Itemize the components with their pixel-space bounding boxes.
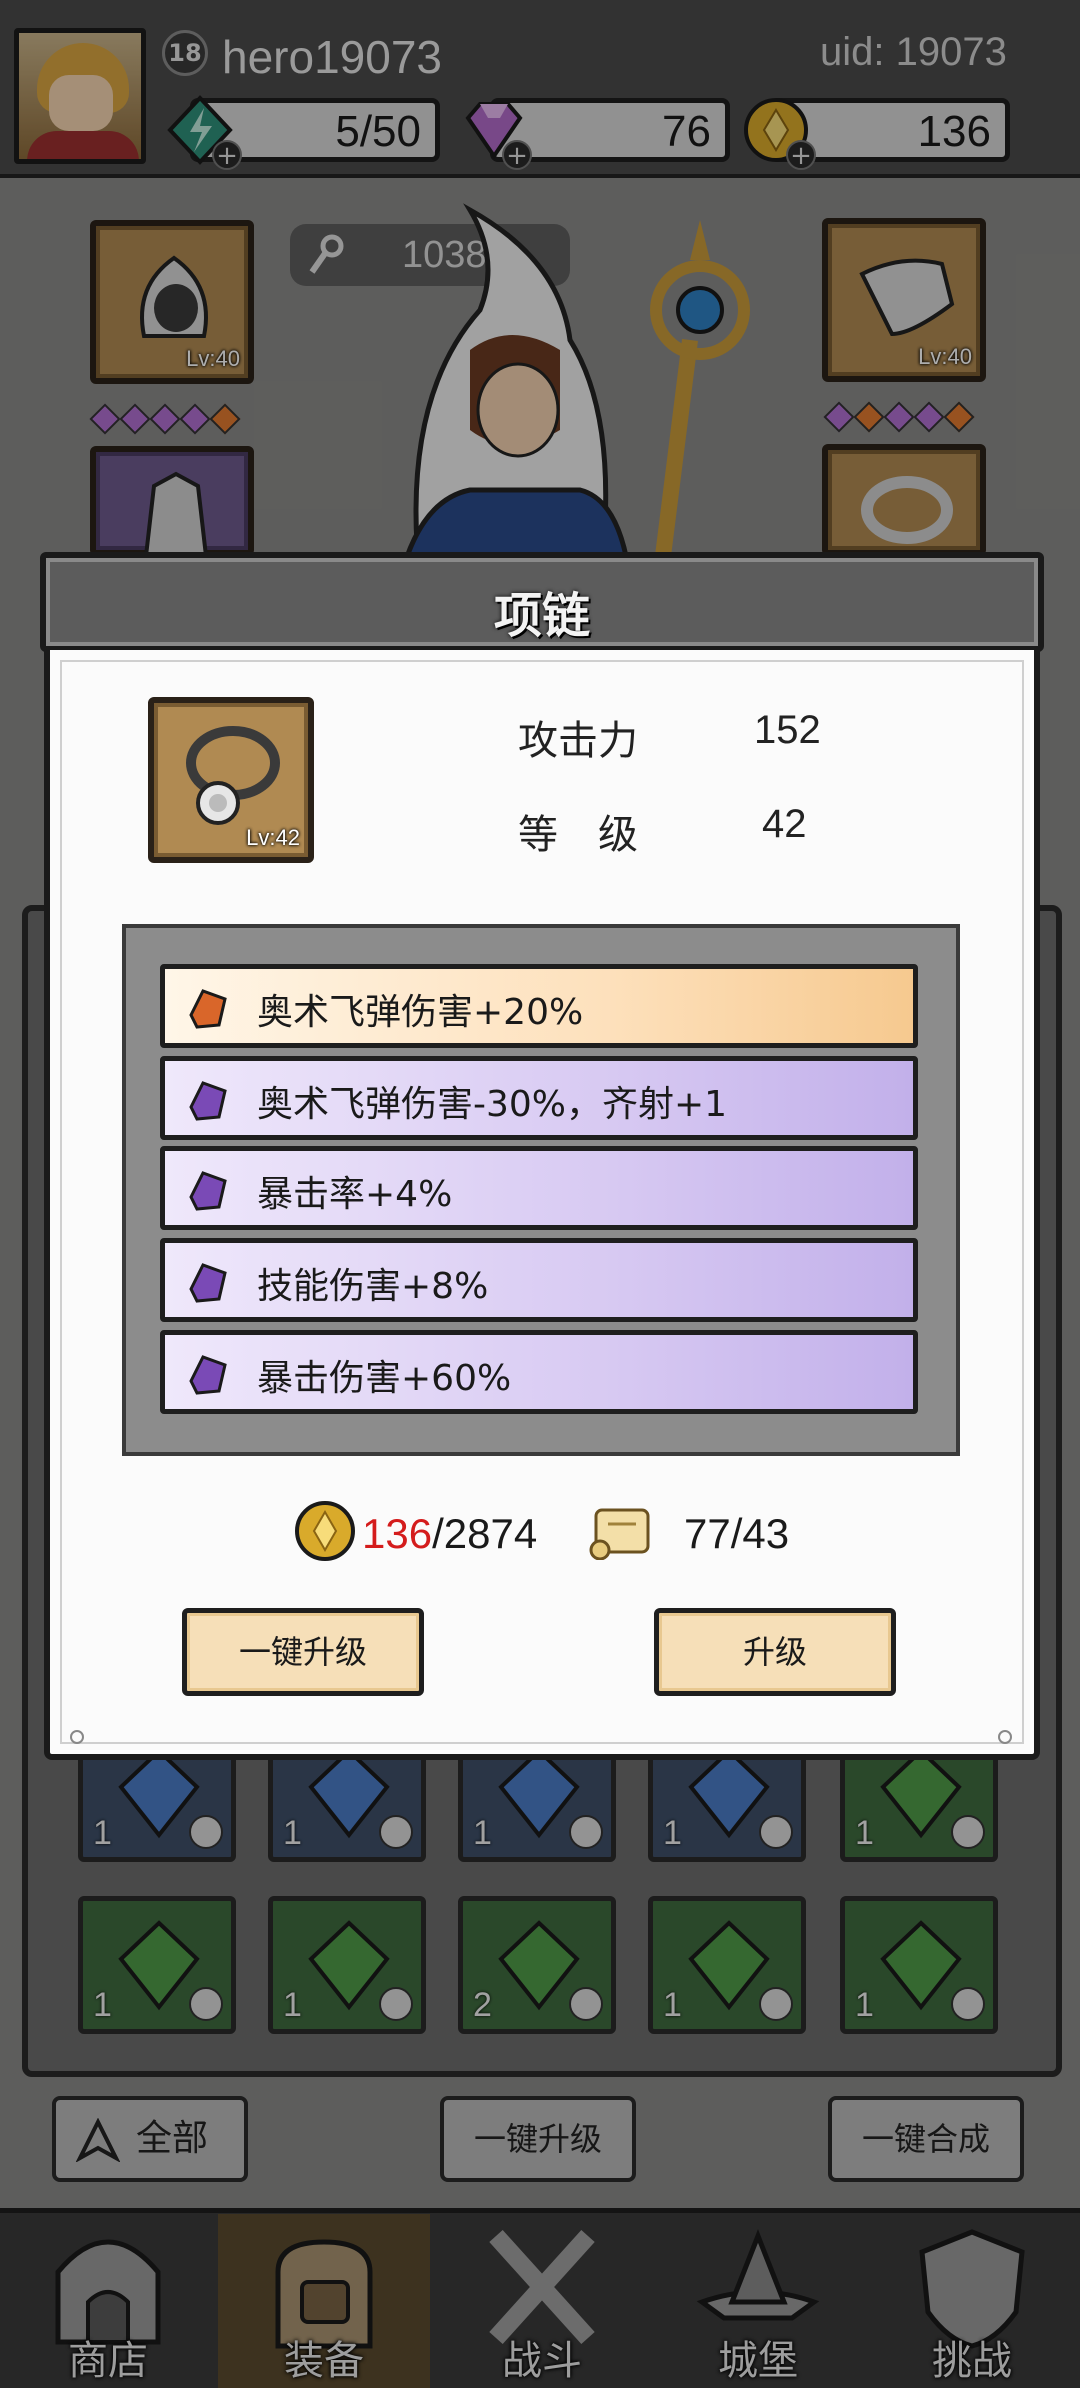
purple-gem-icon (189, 1263, 227, 1303)
scroll-cost: 77/43 (684, 1510, 790, 1557)
dialog-header: 项链 (40, 552, 1044, 652)
attack-label: 攻击力 (518, 718, 638, 764)
dialog-corner-decoration (998, 1730, 1012, 1744)
attack-value: 152 (754, 708, 821, 752)
affix-text: 暴击伤害+60% (257, 1358, 512, 1399)
scroll-icon (589, 1508, 650, 1560)
affix-text: 奥术飞弹伤害+20% (257, 992, 584, 1033)
affix-row: 暴击伤害+60% (160, 1330, 918, 1414)
affix-text: 暴击率+4% (257, 1174, 453, 1215)
purple-gem-icon (189, 1081, 227, 1121)
affix-row: 暴击率+4% (160, 1146, 918, 1230)
affix-text: 奥术飞弹伤害-30%，齐射+1 (257, 1084, 728, 1125)
necklace-icon (186, 726, 280, 825)
dialog-title: 项链 (493, 588, 590, 644)
upgrade-all-button[interactable]: 一键升级 (182, 1608, 424, 1696)
orange-gem-icon (189, 989, 227, 1029)
affix-text: 技能伤害+8% (257, 1266, 489, 1307)
purple-gem-icon (189, 1171, 227, 1211)
gold-coin-icon (295, 1501, 355, 1561)
item-level: Lv:42 (246, 825, 300, 850)
dialog-corner-decoration (70, 1730, 84, 1744)
item-icon-slot: Lv:42 (148, 697, 314, 863)
level-value: 42 (762, 802, 807, 846)
gold-cost: 136/2874 (362, 1510, 537, 1558)
affix-row: 奥术飞弹伤害+20% (160, 964, 918, 1048)
level-label: 等 级 (518, 812, 638, 858)
affix-row: 奥术飞弹伤害-30%，齐射+1 (160, 1056, 918, 1140)
upgrade-button[interactable]: 升级 (654, 1608, 896, 1696)
purple-gem-icon (189, 1355, 227, 1395)
gold-required: /2874 (432, 1510, 538, 1557)
gold-owned: 136 (362, 1510, 433, 1557)
affix-row: 技能伤害+8% (160, 1238, 918, 1322)
